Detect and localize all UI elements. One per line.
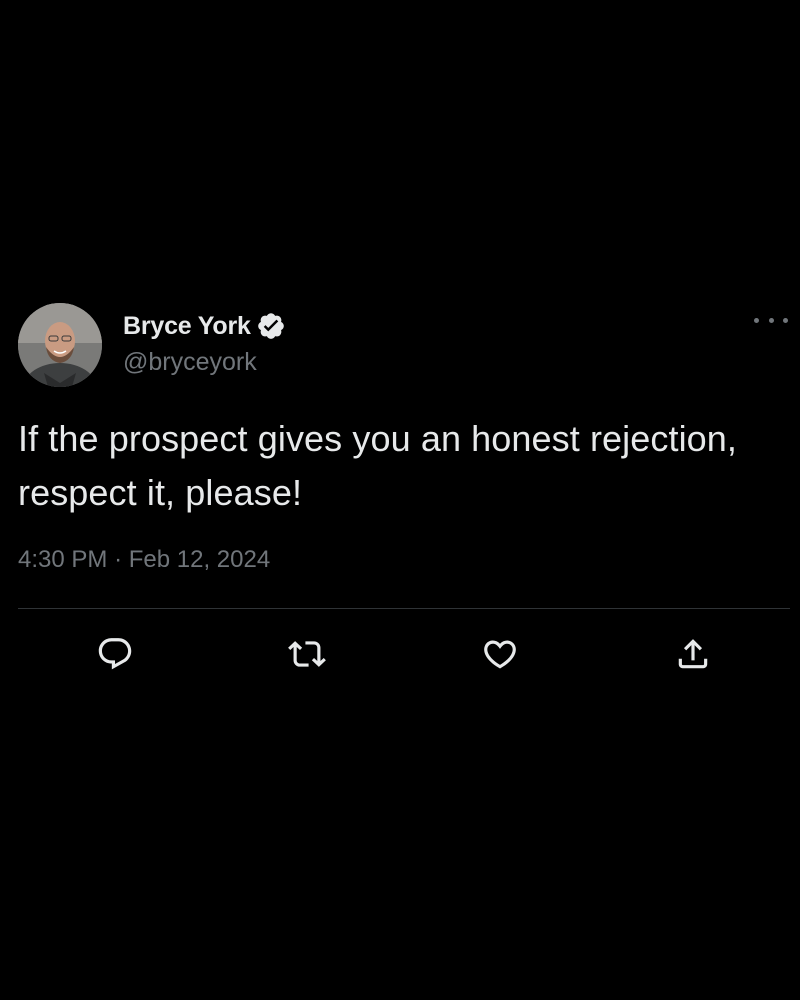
retweet-button[interactable] bbox=[287, 634, 327, 674]
author-name-row: Bryce York bbox=[123, 309, 286, 343]
tweet-card: Bryce York @bryceyork If the prospect gi… bbox=[0, 0, 800, 1000]
share-icon bbox=[678, 639, 708, 669]
reply-button[interactable] bbox=[95, 634, 135, 674]
more-dot bbox=[754, 317, 759, 323]
verified-badge-icon bbox=[256, 311, 286, 341]
retweet-icon bbox=[288, 641, 326, 667]
tweet-date: Feb 12, 2024 bbox=[128, 546, 271, 573]
more-options-button[interactable] bbox=[754, 308, 788, 332]
share-button[interactable] bbox=[673, 634, 713, 674]
person-avatar-icon bbox=[18, 303, 102, 387]
divider bbox=[18, 608, 790, 609]
tweet-timestamp[interactable]: 4:30 PM · Feb 12, 2024 bbox=[18, 546, 270, 574]
author-display-name[interactable]: Bryce York bbox=[123, 312, 251, 341]
avatar[interactable] bbox=[18, 303, 102, 387]
author-handle[interactable]: @bryceyork bbox=[123, 348, 257, 377]
tweet-time: 4:30 PM bbox=[18, 546, 108, 573]
heart-icon bbox=[484, 640, 516, 669]
more-dot bbox=[783, 317, 788, 323]
meta-separator: · bbox=[114, 546, 123, 573]
reply-icon bbox=[98, 638, 132, 670]
more-dot bbox=[768, 317, 774, 323]
like-button[interactable] bbox=[480, 634, 520, 674]
tweet-text: If the prospect gives you an honest reje… bbox=[18, 418, 738, 513]
